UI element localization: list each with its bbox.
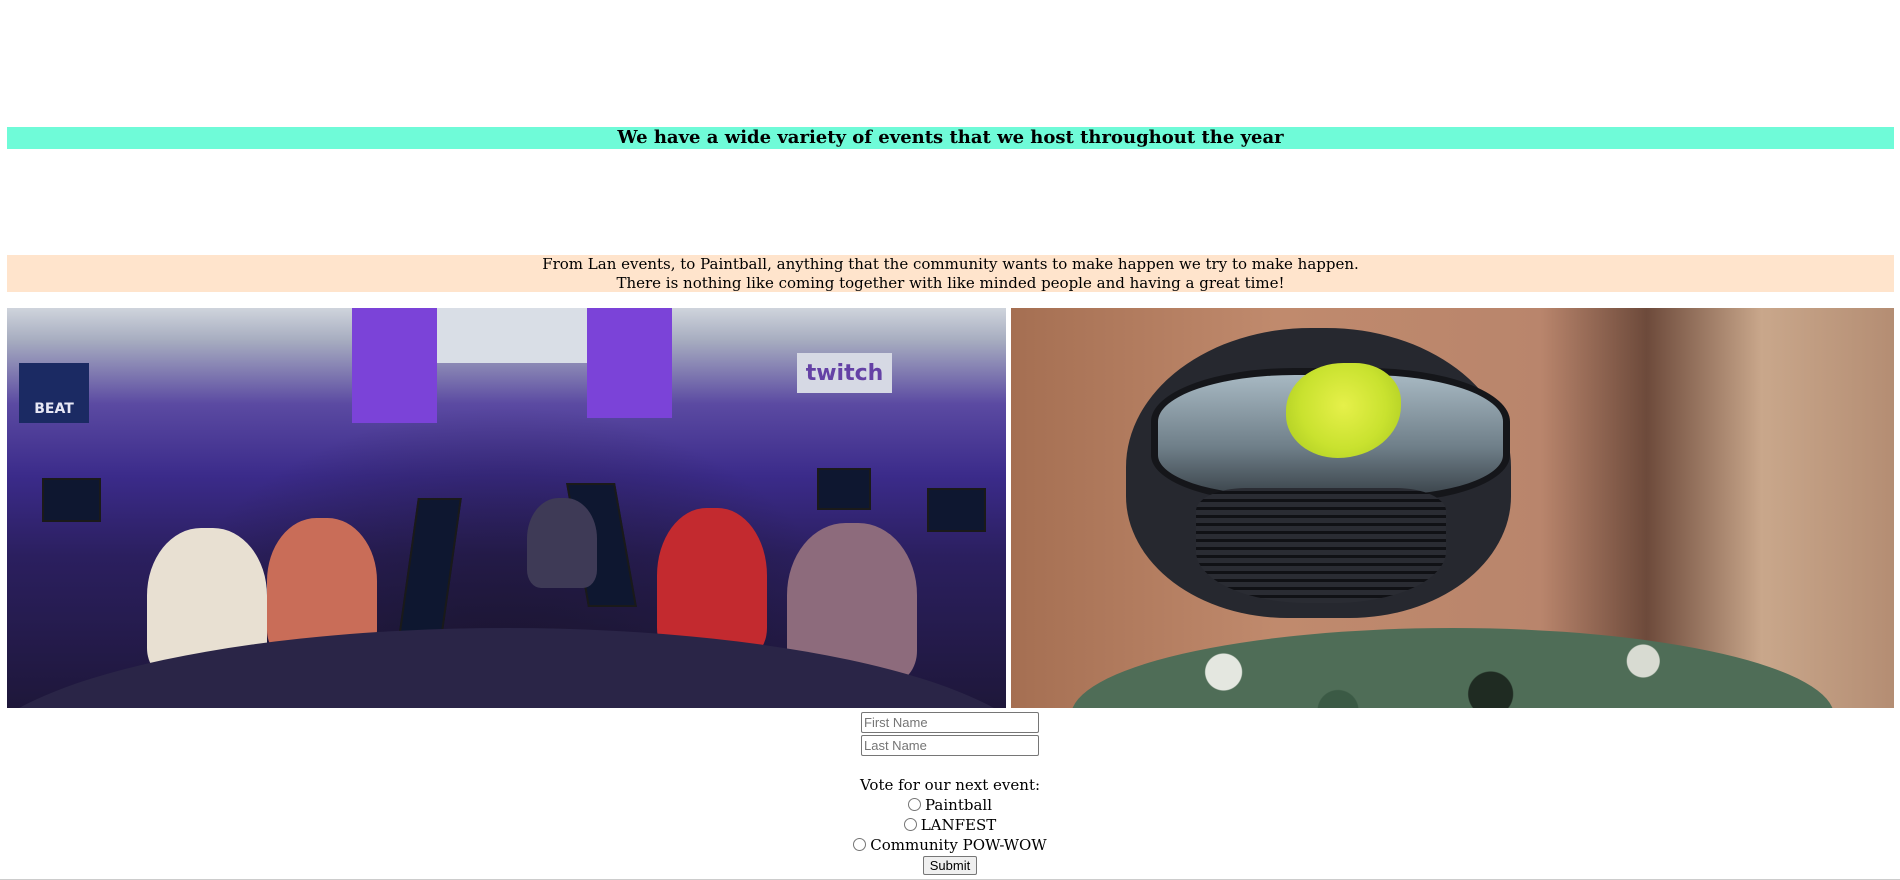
submit-button[interactable]: Submit [922,856,978,875]
vote-option-paintball[interactable]: Paintball [0,795,1900,815]
radio-paintball[interactable] [908,798,921,811]
lan-event-photo: twitch BEAT [7,308,1006,708]
vote-form: Vote for our next event: Paintball LANFE… [0,712,1900,875]
events-heading-band: We have a wide variety of events that we… [7,127,1894,149]
events-heading: We have a wide variety of events that we… [617,127,1284,148]
events-intro: From Lan events, to Paintball, anything … [7,255,1894,292]
monitor [42,478,101,522]
vote-option-community-pow-wow[interactable]: Community POW-WOW [0,835,1900,855]
monitor [927,488,986,532]
paintball-mask-vent [1196,488,1446,603]
radio-lanfest[interactable] [903,818,917,831]
radio-community-pow-wow[interactable] [853,838,867,851]
events-page: We have a wide variety of events that we… [0,0,1900,880]
monitor [817,468,871,510]
camo-shoulders [1071,628,1834,708]
stage-screen [437,308,587,363]
paintball-photo [1011,308,1894,708]
option-label: Paintball [925,796,992,814]
beat-sign: BEAT [19,363,89,423]
gamer [527,498,597,588]
vote-option-lanfest[interactable]: LANFEST [0,815,1900,835]
stage-banner-right [587,308,672,418]
option-label: LANFEST [920,816,997,834]
intro-line-2: There is nothing like coming together wi… [616,273,1285,292]
stage-banner-left [352,308,437,423]
twitch-sign: twitch [797,353,892,393]
option-label: Community POW-WOW [870,836,1047,854]
intro-line-1: From Lan events, to Paintball, anything … [542,255,1359,273]
first-name-input[interactable] [861,712,1039,733]
last-name-input[interactable] [861,735,1039,756]
vote-question: Vote for our next event: [859,776,1041,794]
